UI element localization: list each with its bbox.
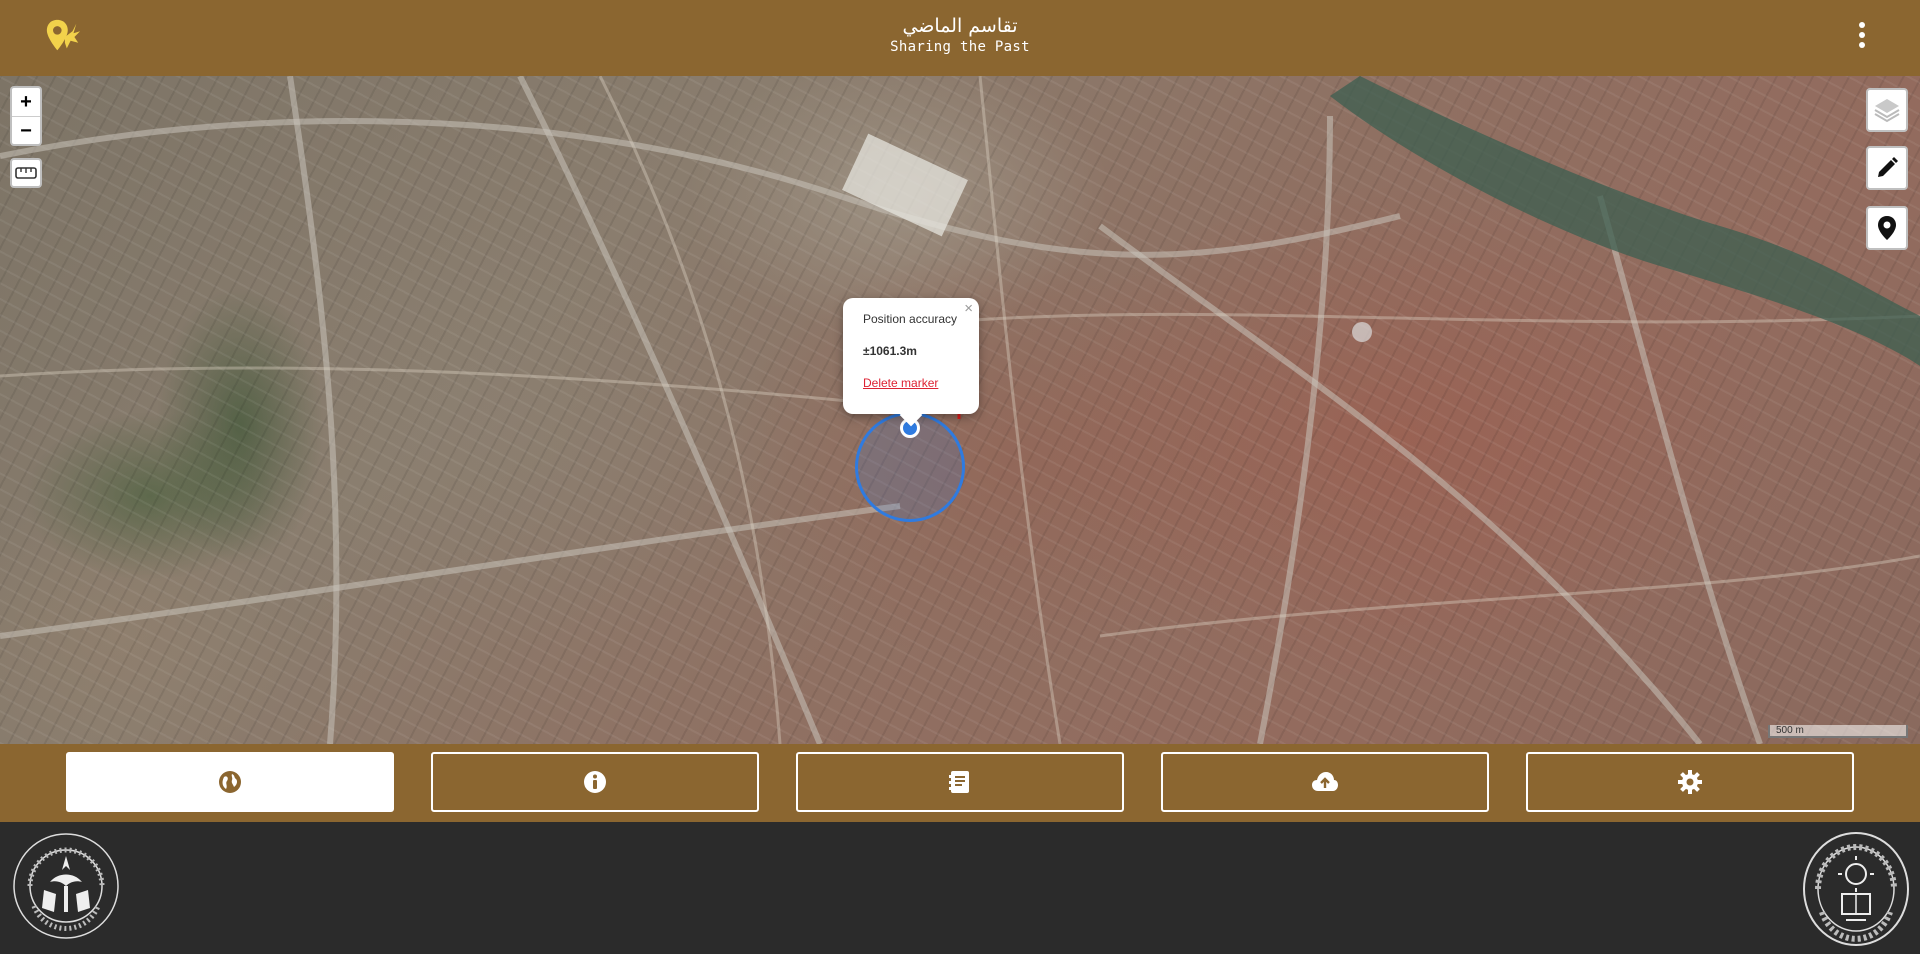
tab-map[interactable]	[66, 752, 394, 812]
title-arabic: تقاسم الماضي	[902, 15, 1018, 37]
map-pin-icon	[1878, 216, 1896, 240]
tab-info[interactable]	[431, 752, 759, 812]
book-icon	[949, 771, 969, 793]
ruler-icon	[15, 167, 37, 179]
accuracy-label: Position accuracy	[863, 312, 958, 326]
tab-settings[interactable]	[1526, 752, 1854, 812]
draw-button[interactable]	[1866, 146, 1908, 190]
footer	[0, 822, 1920, 954]
info-icon	[584, 771, 606, 793]
satellite-map[interactable]: + − × Position accuracy ±1061.3m Delete …	[0, 76, 1920, 744]
measure-button[interactable]	[10, 158, 42, 188]
sharjah-archaeology-authority-logo	[13, 833, 119, 939]
zoom-in-button[interactable]: +	[12, 88, 40, 116]
add-marker-button[interactable]	[1866, 206, 1908, 250]
universidad-politecnica-madrid-logo	[1803, 832, 1909, 946]
tab-upload[interactable]	[1161, 752, 1489, 812]
scale-bar: 500 m	[1768, 725, 1908, 738]
accuracy-value: ±1061.3m	[863, 344, 917, 358]
cloud-upload-icon	[1312, 772, 1338, 791]
kebab-menu-icon[interactable]	[1856, 22, 1868, 54]
zoom-control: + −	[10, 86, 42, 146]
layers-icon	[1874, 99, 1900, 123]
app-header: تقاسم الماضي Sharing the Past	[0, 0, 1920, 76]
app-title: تقاسم الماضي Sharing the Past	[0, 14, 1920, 56]
position-popup: × Position accuracy ±1061.3m Delete mark…	[843, 298, 979, 427]
bottom-tab-bar	[0, 744, 1920, 822]
layers-button[interactable]	[1866, 88, 1908, 132]
popup-close-button[interactable]: ×	[964, 300, 973, 317]
gear-icon	[1678, 770, 1702, 794]
title-english: Sharing the Past	[890, 39, 1030, 55]
globe-icon	[219, 771, 241, 793]
zoom-out-button[interactable]: −	[12, 116, 40, 145]
delete-marker-link[interactable]: Delete marker	[863, 376, 979, 390]
pencil-icon	[1878, 157, 1898, 177]
tab-records[interactable]	[796, 752, 1124, 812]
